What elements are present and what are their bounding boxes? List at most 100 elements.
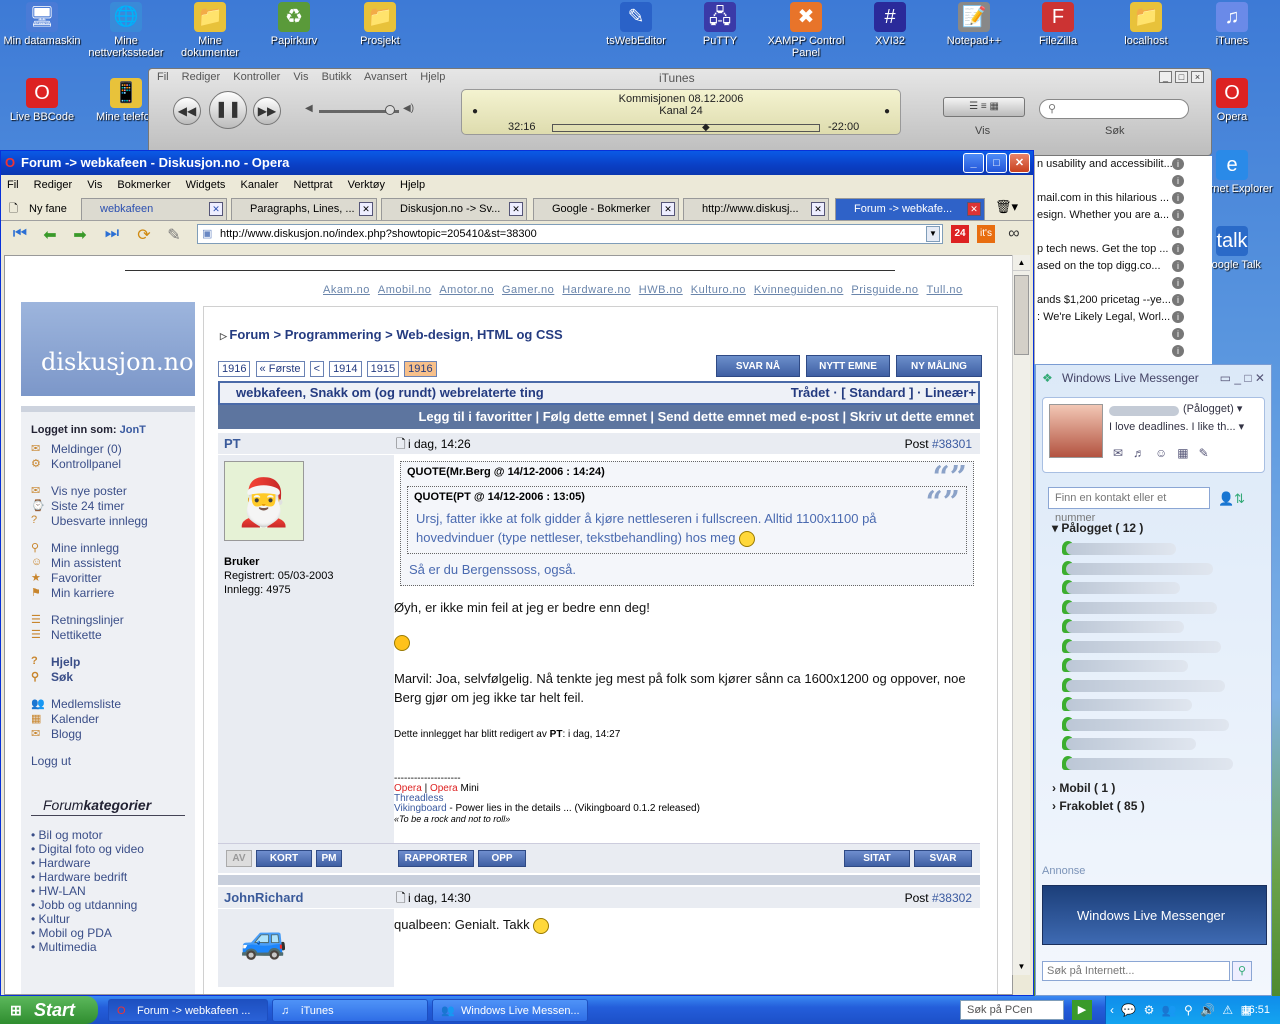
- report-button[interactable]: RAPPORTER: [398, 850, 474, 867]
- scroll-thumb[interactable]: [1014, 275, 1029, 355]
- contact-entry[interactable]: [1066, 757, 1233, 770]
- volume-knob[interactable]: [385, 105, 395, 115]
- close-tab-icon[interactable]: ✕: [209, 202, 223, 216]
- category-link[interactable]: • Hardware bedrift: [31, 870, 185, 884]
- itunes-menu-item[interactable]: Hjelp: [420, 71, 445, 83]
- desktop-search-input[interactable]: Søk på PCen: [960, 1000, 1064, 1020]
- contact-search-input[interactable]: Finn en kontakt eller et nummer: [1048, 487, 1210, 524]
- its-icon[interactable]: it's: [977, 225, 995, 243]
- desktop-icon[interactable]: 🌐 Mine nettverkssteder: [84, 2, 168, 59]
- itunes-menu-item[interactable]: Kontroller: [233, 71, 280, 83]
- contact-entry[interactable]: [1066, 543, 1176, 555]
- network-link[interactable]: Prisguide.no: [851, 284, 918, 296]
- menu-item[interactable]: Hjelp: [400, 179, 425, 191]
- contact-entry[interactable]: [1066, 660, 1188, 672]
- sidebar-link[interactable]: ☰ Retningslinjer: [31, 613, 185, 627]
- contact-entry[interactable]: [1066, 601, 1217, 614]
- desktop-icon[interactable]: 📁 Prosjekt: [338, 2, 422, 47]
- close-tab-icon[interactable]: ✕: [811, 202, 825, 216]
- itunes-menu-item[interactable]: Butikk: [322, 71, 352, 83]
- tray-icons[interactable]: ‹ 💬 ⚙ 👥 ⚲ 🔊 ⚠ ▦: [1110, 996, 1254, 1024]
- contact-entry[interactable]: [1066, 679, 1225, 692]
- page-link[interactable]: 1914: [329, 361, 362, 377]
- sidebar-link[interactable]: ✉ Blogg: [31, 727, 185, 741]
- close-tab-icon[interactable]: ✕: [509, 202, 523, 216]
- new-poll-button[interactable]: NY MÅLING: [896, 355, 982, 377]
- info-icon[interactable]: i: [1172, 328, 1184, 340]
- taskbar-itunes[interactable]: ♫ iTunes: [272, 999, 428, 1022]
- info-icon[interactable]: i: [1172, 243, 1184, 255]
- tab-forum-active[interactable]: Forum -> webkafe... ✕: [835, 198, 985, 220]
- taskbar-opera[interactable]: O Forum -> webkafeen ...: [108, 999, 268, 1022]
- desktop-icon[interactable]: 📁 Mine dokumenter: [168, 2, 252, 59]
- tab-google[interactable]: Google - Bokmerker ✕: [533, 198, 679, 220]
- sidebar-link[interactable]: ⚲ Søk: [31, 670, 185, 684]
- group-mobile[interactable]: › Mobil ( 1 ): [1052, 781, 1115, 795]
- desktop-icon[interactable]: 🖧 PuTTY: [678, 2, 762, 47]
- network-link[interactable]: Kulturo.no: [691, 284, 746, 296]
- info-icon[interactable]: i: [1172, 226, 1184, 238]
- group-online[interactable]: ▾ Pålogget ( 12 ): [1052, 521, 1143, 535]
- logged-in-user[interactable]: JonT: [120, 424, 146, 436]
- breadcrumb-forum[interactable]: Forum: [229, 327, 269, 342]
- network-link[interactable]: Amobil.no: [378, 284, 431, 296]
- glasses-icon[interactable]: ∞: [1003, 225, 1025, 245]
- category-link[interactable]: • Mobil og PDA: [31, 926, 185, 940]
- pm-button[interactable]: PM: [316, 850, 342, 867]
- desktop-icon[interactable]: 📁 localhost: [1104, 2, 1188, 47]
- itunes-search-input[interactable]: ⚲: [1039, 99, 1189, 119]
- info-icon[interactable]: i: [1172, 277, 1184, 289]
- breadcrumb-webdesign[interactable]: Web-design, HTML og CSS: [396, 327, 562, 342]
- contact-entry[interactable]: [1066, 582, 1180, 594]
- category-link[interactable]: • Jobb og utdanning: [31, 898, 185, 912]
- network-link[interactable]: Kvinneguiden.no: [754, 284, 843, 296]
- first-page-link[interactable]: « Første: [255, 361, 305, 377]
- info-icon[interactable]: i: [1172, 345, 1184, 357]
- minimize-button[interactable]: _: [963, 153, 984, 173]
- genius-icon[interactable]: ●: [884, 106, 890, 117]
- itunes-menu-item[interactable]: Fil: [157, 71, 169, 83]
- messenger-banner-ad[interactable]: Windows Live Messenger: [1042, 885, 1267, 945]
- contact-entry[interactable]: [1066, 738, 1196, 750]
- tab-webkafeen[interactable]: webkafeen ✕: [81, 198, 227, 220]
- network-link[interactable]: Amotor.no: [439, 284, 494, 296]
- category-link[interactable]: • Multimedia: [31, 940, 185, 954]
- tab-paragraphs[interactable]: Paragraphs, Lines, ... ✕: [231, 198, 377, 220]
- category-link[interactable]: • Hardware: [31, 856, 185, 870]
- sidebar-link[interactable]: ▦ Kalender: [31, 712, 185, 726]
- close-button[interactable]: ×: [1191, 71, 1204, 83]
- post-number-link[interactable]: #38301: [932, 437, 972, 451]
- sig-link-vikingboard[interactable]: Vikingboard: [394, 803, 447, 814]
- desktop-icon[interactable]: ♫ iTunes: [1190, 2, 1274, 47]
- breadcrumb-programmering[interactable]: Programmering: [285, 327, 382, 342]
- sidebar-link[interactable]: ★ Favoritter: [31, 571, 185, 585]
- tab-diskusj-url[interactable]: http://www.diskusj... ✕: [683, 198, 829, 220]
- menu-item[interactable]: Rediger: [34, 179, 73, 191]
- rss-item[interactable]: ased on the top digg.co... i: [1035, 258, 1212, 275]
- contact-entry[interactable]: [1066, 621, 1184, 633]
- post-number-link[interactable]: #38302: [932, 891, 972, 905]
- forward-icon[interactable]: ➡: [69, 225, 91, 245]
- sidebar-link[interactable]: ? Ubesvarte innlegg: [31, 514, 185, 528]
- itunes-window[interactable]: Fil Rediger Kontroller Vis Butikk Avanse…: [148, 68, 1212, 156]
- post-author[interactable]: JohnRichard: [224, 887, 303, 909]
- itunes-menu-item[interactable]: Avansert: [364, 71, 407, 83]
- up-button[interactable]: OPP: [478, 850, 526, 867]
- search-go-icon[interactable]: ▶: [1072, 1000, 1092, 1020]
- previous-icon[interactable]: ◀◀: [173, 97, 201, 125]
- news-icon[interactable]: 24: [951, 225, 969, 243]
- menu-item[interactable]: Bokmerker: [117, 179, 170, 191]
- desktop-icon[interactable]: ✎ tsWebEditor: [594, 2, 678, 47]
- sidebar-link[interactable]: 👥 Medlemsliste: [31, 697, 185, 711]
- itunes-menu-item[interactable]: Vis: [293, 71, 308, 83]
- sidebar-link[interactable]: ⌚ Siste 24 timer: [31, 499, 185, 513]
- contact-entry[interactable]: [1066, 699, 1192, 711]
- network-link[interactable]: Tull.no: [927, 284, 963, 296]
- topic-options[interactable]: Legg til i favoritter | Følg dette emnet…: [218, 405, 980, 429]
- sidebar-link[interactable]: ✉ Meldinger (0): [31, 442, 185, 456]
- page-link[interactable]: 1915: [366, 361, 400, 377]
- prev-page-link[interactable]: <: [309, 361, 324, 377]
- fast-forward-icon[interactable]: ⏭: [101, 225, 123, 245]
- rss-item[interactable]: i: [1035, 343, 1212, 360]
- view-buttons[interactable]: ☰ ≡ ▦: [943, 97, 1025, 117]
